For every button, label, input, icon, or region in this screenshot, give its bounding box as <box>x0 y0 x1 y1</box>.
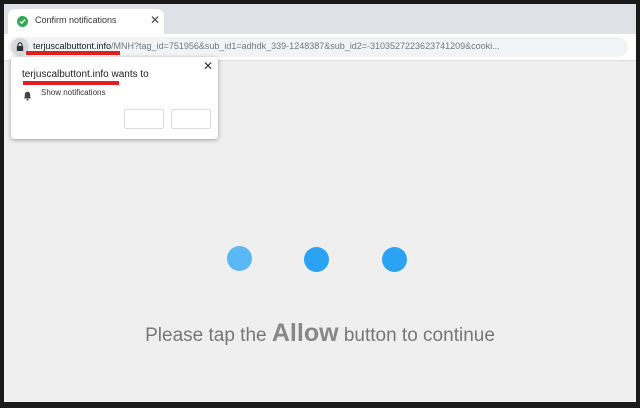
tab-close-icon[interactable]: ✕ <box>150 13 160 27</box>
redaction-bar <box>26 51 120 55</box>
notification-permission-popup: ✕ terjuscalbuttont.info wants to Show no… <box>11 57 218 139</box>
popup-close-icon[interactable]: ✕ <box>203 59 213 73</box>
bell-icon <box>23 88 32 106</box>
check-circle-icon <box>17 16 28 27</box>
url-text: terjuscalbuttont.info/MNH?tag_id=751956&… <box>33 41 500 51</box>
tab-strip: Confirm notifications ✕ <box>4 4 636 34</box>
tab-confirm-notifications[interactable]: Confirm notifications ✕ <box>8 9 164 34</box>
allow-button[interactable] <box>171 109 211 129</box>
tab-title: Confirm notifications <box>35 15 117 25</box>
loading-dot-3 <box>382 247 407 272</box>
loading-dot-2 <box>304 247 329 272</box>
redaction-bar <box>23 81 119 85</box>
url-path: /MNH?tag_id=751956&sub_id1=adhdk_339-124… <box>111 41 500 51</box>
url-host: terjuscalbuttont.info <box>33 41 112 51</box>
browser-window: Confirm notifications ✕ terjuscalbuttont… <box>4 4 636 402</box>
permission-label: Show notifications <box>41 88 106 97</box>
popup-title: terjuscalbuttont.info wants to <box>22 69 149 80</box>
message-before: Please tap the <box>145 325 272 346</box>
block-button[interactable] <box>124 109 164 129</box>
message-after: button to continue <box>338 325 495 346</box>
loading-dot-1 <box>227 246 252 271</box>
message-allow: Allow <box>271 319 339 347</box>
instruction-message: Please tap the Allow button to continue <box>4 319 636 348</box>
